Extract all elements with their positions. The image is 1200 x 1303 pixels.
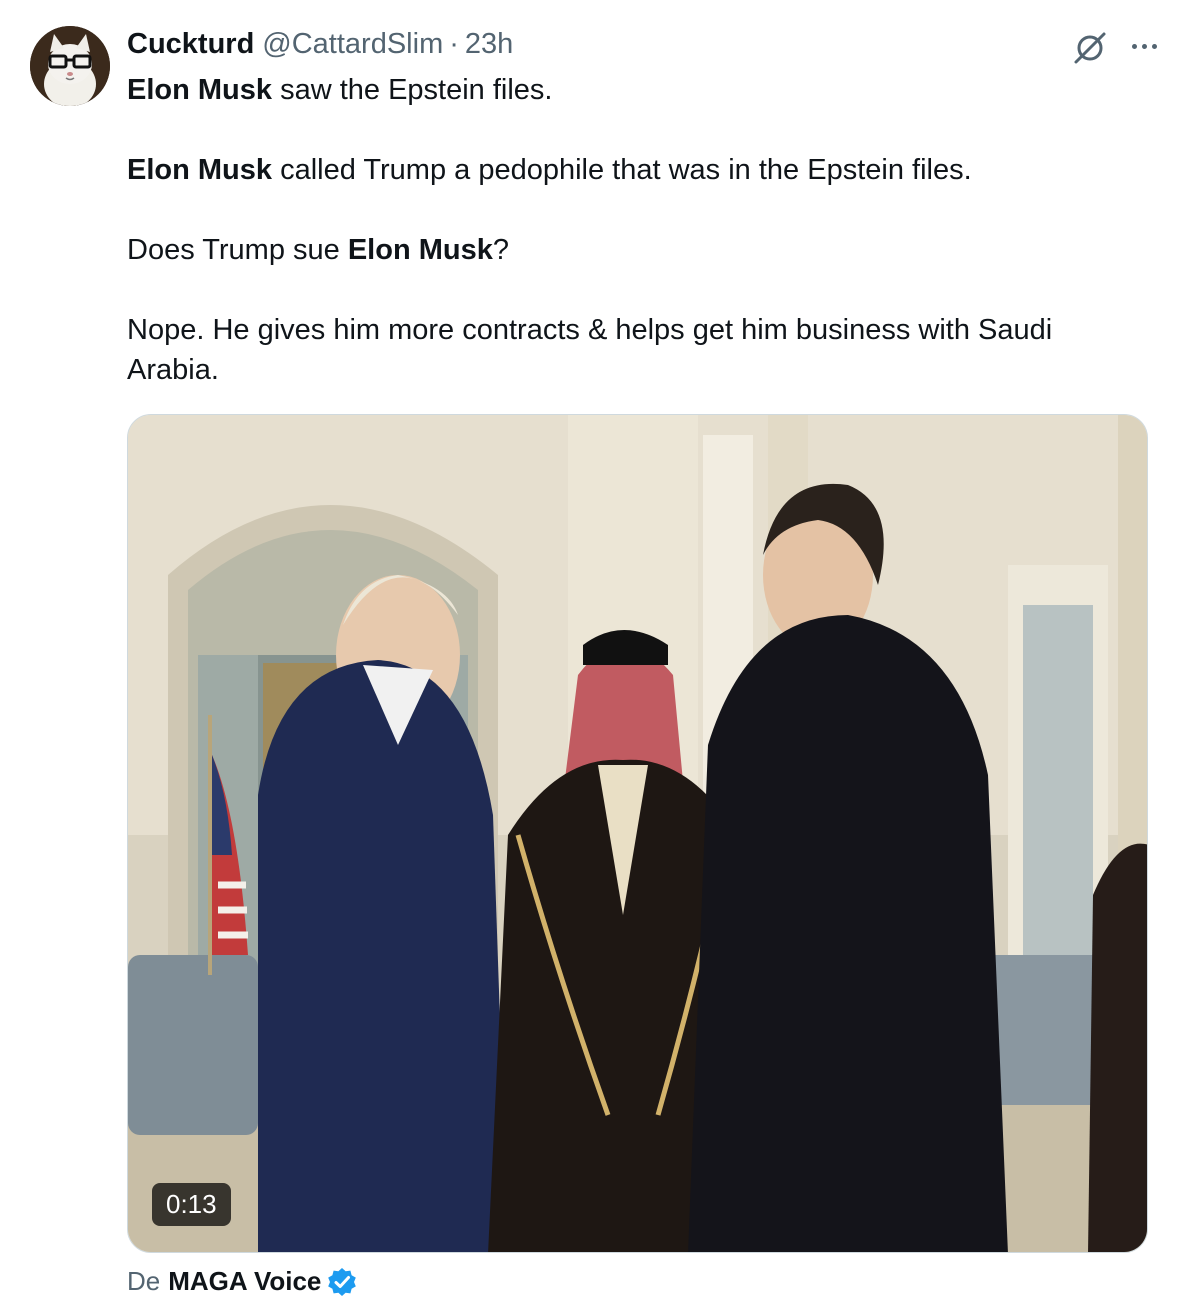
avatar[interactable] (30, 26, 110, 106)
video-thumbnail (128, 415, 1147, 1252)
tweet-paragraph-3: Does Trump sue Elon Musk? (127, 230, 1137, 270)
tweet: Cuckturd @CattardSlim · 23h Elon Musk sa… (0, 0, 1200, 1303)
cat-avatar-icon (30, 26, 110, 106)
mention-elon-musk: Elon Musk (127, 154, 273, 186)
mention-elon-musk: Elon Musk (127, 74, 273, 106)
video-source-attribution: De MAGA Voice (127, 1266, 357, 1297)
tweet-paragraph-2: Elon Musk called Trump a pedophile that … (127, 150, 1137, 190)
video-duration: 0:13 (152, 1183, 231, 1226)
grok-icon[interactable] (1070, 28, 1110, 68)
mention-elon-musk: Elon Musk (347, 234, 493, 266)
author-handle[interactable]: @CattardSlim (262, 28, 443, 61)
more-options-icon[interactable] (1126, 28, 1162, 64)
video-player[interactable]: 0:13 (127, 414, 1148, 1253)
separator-dot: · (449, 28, 459, 60)
tweet-text: Elon Musk saw the Epstein files. Elon Mu… (127, 70, 1137, 390)
author-display-name[interactable]: Cuckturd (127, 28, 254, 61)
source-account-link[interactable]: MAGA Voice (168, 1266, 321, 1297)
source-prefix: De (127, 1266, 161, 1296)
verified-badge-icon (328, 1267, 357, 1296)
tweet-text-span: saw the Epstein files. (272, 74, 553, 106)
tweet-text-span: ? (492, 234, 509, 266)
tweet-header: Cuckturd @CattardSlim · 23h (127, 28, 513, 64)
tweet-paragraph-4: Nope. He gives him more contracts & help… (127, 314, 1053, 386)
tweet-text-span: called Trump a pedophile that was in the… (272, 154, 972, 186)
tweet-timestamp[interactable]: 23h (465, 28, 513, 61)
tweet-paragraph-1: Elon Musk saw the Epstein files. (127, 70, 1137, 110)
tweet-text-span: Does Trump sue (127, 234, 348, 266)
